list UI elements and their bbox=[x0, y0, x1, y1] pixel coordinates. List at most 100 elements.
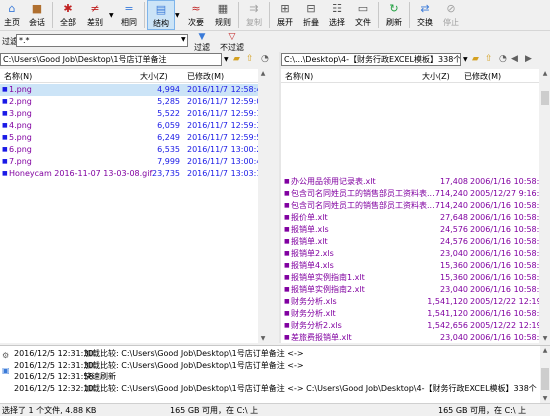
log-save-icon[interactable]: ▣ bbox=[2, 366, 10, 375]
toolbar-button-label: 次要 bbox=[188, 18, 204, 27]
log-scroll-thumb[interactable] bbox=[541, 368, 549, 390]
toolbar-expand-button[interactable]: ⊞ 展开 bbox=[272, 0, 298, 30]
toolbar-swap-button[interactable]: ⇄ 交换 bbox=[412, 0, 438, 30]
toolbar-button-label: 文件 bbox=[355, 18, 371, 27]
toolbar-star-button[interactable]: ✱ 全部 bbox=[55, 0, 81, 30]
excel-file-icon: ■ bbox=[284, 298, 290, 305]
right-scrollbar[interactable]: ▲ ▼ bbox=[540, 69, 550, 343]
file-size: 714,240 bbox=[434, 189, 468, 198]
no-filter-button[interactable]: ▽ 不过滤 bbox=[220, 32, 244, 53]
file-icon: ■ bbox=[2, 110, 8, 117]
right-file-row[interactable]: ■财务分析.xls 1,541,1202005/12/22 12:19:46 bbox=[281, 296, 539, 308]
right-history-icon[interactable]: ◔ bbox=[499, 54, 507, 65]
right-file-row[interactable]: ■办公用品领用记录表.xlt 17,4082006/1/16 10:58:16 bbox=[281, 176, 539, 188]
right-forward-icon[interactable]: ▶ bbox=[525, 54, 532, 65]
toolbar-equal-button[interactable]: = 相同 bbox=[116, 0, 142, 30]
right-scroll-down-icon[interactable]: ▼ bbox=[540, 335, 550, 342]
left-history-icon[interactable]: ◔ bbox=[261, 54, 269, 65]
log-settings-icon[interactable]: ⚙ bbox=[2, 351, 9, 360]
right-path-input[interactable]: C:\...\Desktop\4-【财务行政EXCEL模板】338个 bbox=[281, 53, 461, 66]
toolbar-refresh-button[interactable]: ↻ 刷新 bbox=[381, 0, 407, 30]
toolbar-stop-button[interactable]: ⊘ 停止 bbox=[438, 0, 464, 30]
right-path-dropdown-icon[interactable]: ▼ bbox=[463, 54, 468, 65]
right-back-icon[interactable]: ◀ bbox=[511, 54, 518, 65]
file-modified: 2016/11/7 12:59:02 bbox=[187, 97, 258, 106]
right-up-folder-icon[interactable]: ⇧ bbox=[485, 54, 493, 65]
toolbar-select-button[interactable]: ☷ 选择 bbox=[324, 0, 350, 30]
toolbar-dropdown-icon[interactable]: ▼ bbox=[109, 0, 116, 30]
file-name: 财务分析.xlt bbox=[291, 309, 336, 318]
right-browse-folder-icon[interactable]: ▰ bbox=[472, 54, 479, 65]
left-file-row[interactable]: ■2.png 5,285 2016/11/7 12:59:02 bbox=[0, 96, 258, 108]
home-icon: ⌂ bbox=[8, 2, 16, 15]
left-path-dropdown-icon[interactable]: ▼ bbox=[224, 54, 229, 65]
right-scroll-up-icon[interactable]: ▲ bbox=[540, 70, 550, 77]
left-file-row[interactable]: ■4.png 6,059 2016/11/7 12:59:39 bbox=[0, 120, 258, 132]
left-name-column[interactable]: 名称(N) bbox=[4, 71, 32, 82]
left-file-row[interactable]: ■1.png 4,994 2016/11/7 12:58:47 bbox=[0, 84, 258, 96]
right-scroll-thumb[interactable] bbox=[541, 91, 549, 105]
right-file-row[interactable]: ■报销单实例指南1.xlt 15,3602006/1/16 10:58:16 bbox=[281, 272, 539, 284]
file-size: 23,040 bbox=[440, 285, 468, 294]
filter-input[interactable]: *.* bbox=[16, 34, 188, 47]
filter-bar: 过滤: *.* ▼ ▼ 过滤 ▽ 不过滤 bbox=[0, 31, 550, 53]
left-up-folder-icon[interactable]: ⇧ bbox=[246, 54, 254, 65]
left-scroll-up-icon[interactable]: ▲ bbox=[258, 70, 268, 77]
left-file-row[interactable]: ■5.png 6,249 2016/11/7 12:59:53 bbox=[0, 132, 258, 144]
toolbar-structure-button[interactable]: ▤ 结构 bbox=[147, 0, 175, 30]
left-browse-folder-icon[interactable]: ▰ bbox=[233, 54, 240, 65]
left-file-row[interactable]: ■ Honeycam 2016-11-07 13-03-08.gif 23,735 2… bbox=[0, 168, 258, 180]
excel-file-icon: ■ bbox=[284, 310, 290, 317]
pane-splitter[interactable] bbox=[279, 52, 281, 343]
log-scrollbar[interactable]: ▲ ▼ bbox=[540, 346, 550, 403]
right-size-column[interactable]: 大小(Z) bbox=[422, 71, 450, 82]
toolbar-diff-star-button[interactable]: ≠ 差别 bbox=[81, 0, 109, 30]
excel-file-icon: ■ bbox=[284, 226, 290, 233]
excel-file-icon: ■ bbox=[284, 214, 290, 221]
file-name: 报销单2.xls bbox=[291, 249, 334, 258]
right-name-column[interactable]: 名称(N) bbox=[285, 71, 313, 82]
left-modified-column[interactable]: 已修改(M) bbox=[187, 71, 224, 82]
left-file-row[interactable]: ■6.png 6,535 2016/11/7 13:00:27 bbox=[0, 144, 258, 156]
toolbar-copy-button[interactable]: ⇉ 复制 bbox=[241, 0, 267, 30]
toolbar-collapse-button[interactable]: ⊟ 折叠 bbox=[298, 0, 324, 30]
right-modified-column[interactable]: 已修改(M) bbox=[464, 71, 501, 82]
file-name: 2.png bbox=[9, 97, 32, 106]
left-scroll-down-icon[interactable]: ▼ bbox=[258, 335, 268, 342]
toolbar-briefcase-button[interactable]: ■ 会话 bbox=[24, 0, 50, 30]
right-file-row[interactable]: ■差旅费报销单.xlt 23,0402006/1/16 10:58:16 bbox=[281, 332, 539, 343]
log-scroll-down-icon[interactable]: ▼ bbox=[540, 395, 550, 402]
left-file-row[interactable]: ■3.png 5,522 2016/11/7 12:59:19 bbox=[0, 108, 258, 120]
left-file-row[interactable]: ■7.png 7,999 2016/11/7 13:00:46 bbox=[0, 156, 258, 168]
toolbar-file-button[interactable]: ▭ 文件 bbox=[350, 0, 376, 30]
toolbar-button-label: 相同 bbox=[121, 18, 137, 27]
right-file-row[interactable]: ■报销单.xlt 24,5762006/1/16 10:58:16 bbox=[281, 236, 539, 248]
right-file-row[interactable]: ■报销单实例指南2.xlt 23,0402006/1/16 10:58:16 bbox=[281, 284, 539, 296]
left-free-space: 165 GB 可用，在 C:\ 上 bbox=[170, 406, 259, 415]
left-scrollbar[interactable]: ▲ ▼ bbox=[258, 69, 268, 343]
left-size-column[interactable]: 大小(Z) bbox=[140, 71, 168, 82]
toolbar-minor-button[interactable]: ≈ 次要 bbox=[182, 0, 210, 30]
log-text: 快速刷新 bbox=[84, 372, 116, 381]
toolbar-dropdown-icon[interactable]: ▼ bbox=[175, 0, 182, 30]
left-path-input[interactable]: C:\Users\Good Job\Desktop\1号店订单备注 bbox=[0, 53, 222, 66]
filter-button[interactable]: ▼ 过滤 bbox=[194, 32, 210, 53]
toolbar-rules-button[interactable]: ▦ 规则 bbox=[210, 0, 236, 30]
expand-icon: ⊞ bbox=[280, 2, 290, 15]
right-file-row[interactable]: ■ 包含司名同姓员工的销售部员工资料表... 714,240 2005/12/27 9… bbox=[281, 188, 539, 200]
log-scroll-up-icon[interactable]: ▲ bbox=[540, 347, 550, 354]
right-file-row[interactable]: ■报价单.xlt 27,6482006/1/16 10:58:16 bbox=[281, 212, 539, 224]
log-time: 2016/12/5 12:31:58 bbox=[14, 372, 94, 381]
file-icon: ■ bbox=[2, 158, 8, 165]
filter-dropdown-icon[interactable]: ▼ bbox=[181, 36, 186, 43]
right-file-row[interactable]: ■报销单2.xls 23,0402006/1/16 10:58:16 bbox=[281, 248, 539, 260]
toolbar-home-button[interactable]: ⌂ 主页 bbox=[0, 0, 24, 30]
toolbar-separator bbox=[269, 2, 270, 28]
right-file-row[interactable]: ■财务分析2.xls 1,542,6562005/12/22 12:19:46 bbox=[281, 320, 539, 332]
right-file-row[interactable]: ■报销单.xls 24,5762006/1/16 10:58:16 bbox=[281, 224, 539, 236]
toolbar-button-label: 展开 bbox=[277, 18, 293, 27]
right-file-row[interactable]: ■报销单4.xls 15,3602006/1/16 10:58:16 bbox=[281, 260, 539, 272]
right-file-row[interactable]: ■财务分析.xlt 1,541,1202006/1/16 10:58:16 bbox=[281, 308, 539, 320]
file-name: 报销单.xls bbox=[291, 225, 329, 234]
right-file-row[interactable]: ■ 包含司名同姓员工的销售部员工资料表... 714,240 2006/1/16 10… bbox=[281, 200, 539, 212]
